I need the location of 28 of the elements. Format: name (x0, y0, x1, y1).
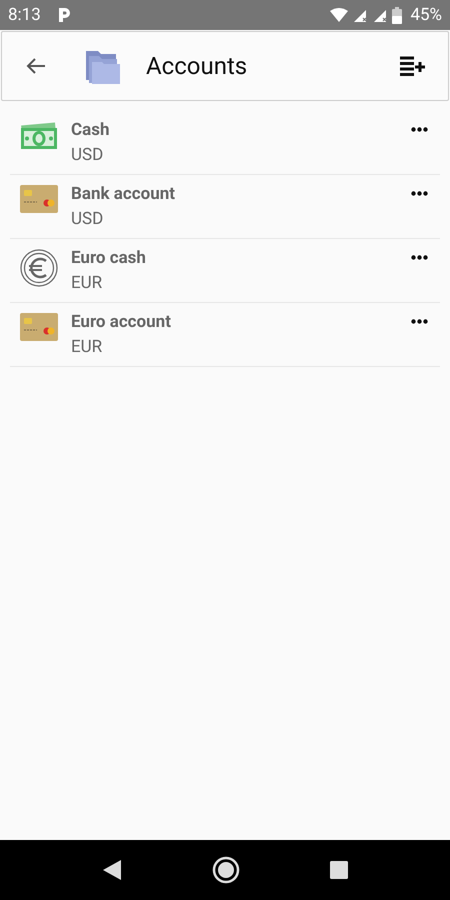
account-name: Bank account (71, 184, 176, 204)
banknote-icon (19, 121, 59, 151)
account-currency: USD (71, 145, 104, 165)
credit-card-icon (19, 185, 59, 213)
battery-icon (392, 6, 402, 24)
account-currency: USD (71, 209, 104, 229)
account-currency: EUR (71, 273, 104, 293)
more-icon (411, 191, 428, 196)
back-triangle-icon[interactable] (102, 859, 122, 881)
account-row[interactable]: Euro cash EUR (10, 239, 440, 303)
account-name: Cash (71, 120, 110, 140)
credit-card-icon (19, 313, 59, 341)
parking-icon (56, 7, 71, 23)
euro-coin-icon (19, 249, 59, 287)
more-icon (411, 255, 428, 260)
more-icon (411, 319, 428, 324)
screen-title: Accounts (146, 52, 248, 80)
status-time: 8:13 (8, 5, 41, 25)
home-circle-icon[interactable] (212, 856, 240, 884)
battery-percent: 45% (410, 5, 442, 25)
account-name: Euro cash (71, 248, 147, 268)
account-row[interactable]: Cash USD (10, 111, 440, 175)
more-icon (411, 127, 428, 132)
wifi-icon (330, 8, 348, 22)
account-row[interactable]: Bank account USD (10, 175, 440, 239)
account-name: Euro account (71, 312, 172, 332)
account-row[interactable]: Euro account EUR (10, 303, 440, 367)
account-currency: EUR (71, 337, 104, 357)
